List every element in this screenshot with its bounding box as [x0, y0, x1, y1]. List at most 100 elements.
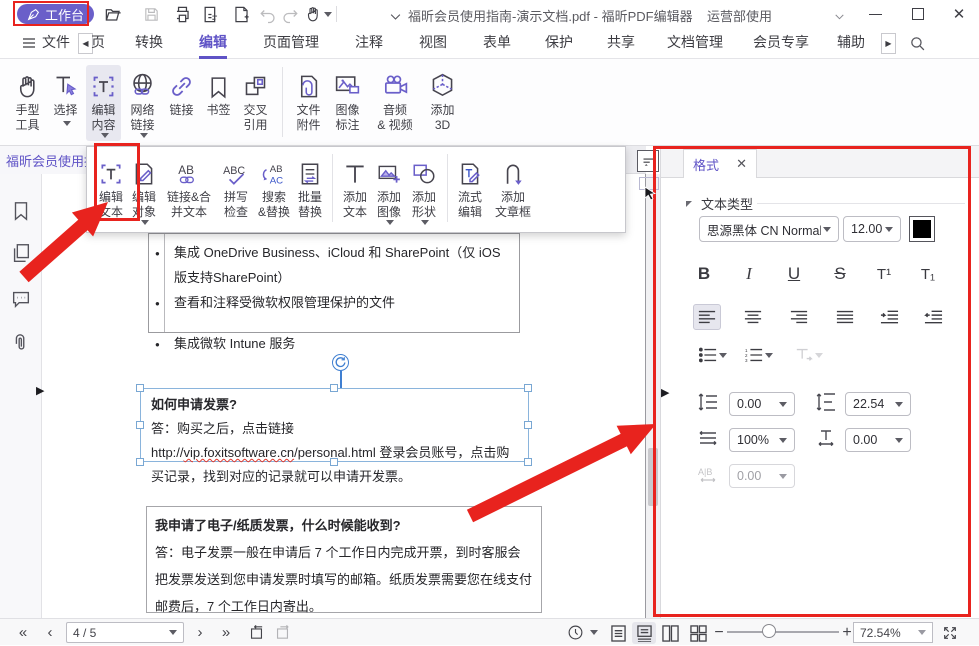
font-color-swatch[interactable] [909, 216, 935, 242]
menu-member-exclusive[interactable]: 会员专享 [753, 28, 809, 59]
flow-edit-button[interactable]: 流式 编辑 [454, 152, 486, 223]
bold-button[interactable]: B [689, 260, 719, 288]
pages-panel-icon[interactable] [10, 242, 34, 266]
search-icon[interactable] [906, 32, 928, 54]
add-image-button[interactable]: 添加 图像 [372, 152, 406, 228]
text-direction-button[interactable] [789, 342, 829, 368]
save-icon[interactable] [140, 3, 162, 25]
selection-handle[interactable] [136, 458, 144, 466]
text-type-section-header[interactable]: 文本类型 [686, 194, 753, 213]
workspace-button[interactable]: 工作台 [17, 4, 94, 24]
add-text-button[interactable]: 添加 文本 [339, 152, 371, 223]
hand-tool-quick-icon[interactable] [302, 3, 324, 25]
zoom-slider-knob[interactable] [762, 624, 776, 638]
previous-page-button[interactable]: ‹ [40, 619, 60, 646]
menu-view[interactable]: 视图 [419, 28, 447, 59]
selection-handle[interactable] [330, 458, 338, 466]
zoom-out-button[interactable]: − [712, 619, 726, 646]
maximize-button[interactable] [907, 4, 929, 24]
ribbon-file-attachment[interactable]: 文件 附件 [291, 65, 326, 136]
close-button[interactable]: ✕ [948, 4, 970, 24]
char-spacing-select[interactable]: 0.00 [729, 392, 795, 416]
sidebar-expand-handle[interactable]: ▶ [36, 384, 44, 397]
selection-handle[interactable] [330, 384, 338, 392]
menu-collapsed-tab[interactable]: 页 [91, 28, 109, 59]
ribbon-image-annotation[interactable]: 图像 标注 [329, 65, 366, 136]
ribbon-cross-reference[interactable]: 交叉 引用 [238, 65, 273, 136]
superscript-button[interactable]: T¹ [869, 260, 899, 288]
selected-text-box[interactable]: 如何申请发票? 答：购买之后，点击链接 http://vip.foxitsoft… [140, 388, 529, 462]
ribbon-web-link[interactable]: 网络 链接 [124, 65, 161, 141]
spell-check-button[interactable]: ABC 拼写 检查 [218, 152, 254, 223]
previous-view-button[interactable] [244, 619, 268, 646]
next-page-button[interactable]: › [190, 619, 210, 646]
indent-decrease-button[interactable] [919, 304, 947, 330]
edit-object-button[interactable]: 编辑 对象 [128, 152, 160, 228]
menu-assist[interactable]: 辅助 [837, 28, 865, 59]
italic-button[interactable]: I [734, 260, 764, 288]
horizontal-scale-select[interactable]: 100% [729, 428, 795, 452]
font-family-select[interactable]: 思源黑体 CN Normal [699, 216, 839, 242]
format-tab[interactable]: 格式 ✕ [683, 149, 757, 178]
account-menu[interactable]: 运营部使用 [707, 6, 772, 25]
menu-doc-management[interactable]: 文档管理 [667, 28, 723, 59]
format-panel-toggle-icon[interactable] [637, 150, 659, 172]
strikethrough-button[interactable]: S [825, 260, 855, 288]
ribbon-link[interactable]: 链接 [164, 65, 199, 121]
menu-edit[interactable]: 编辑 [199, 28, 227, 59]
ribbon-audio-video[interactable]: 音频 & 视频 [369, 65, 421, 136]
facing-view-button[interactable] [658, 622, 682, 644]
menu-form[interactable]: 表单 [483, 28, 511, 59]
comments-panel-icon[interactable] [10, 288, 34, 312]
fullscreen-button[interactable] [938, 619, 962, 646]
search-replace-button[interactable]: ABAC 搜索 &替换 [255, 152, 293, 223]
zoom-slider-track[interactable] [727, 631, 839, 633]
menu-protect[interactable]: 保护 [545, 28, 573, 59]
batch-replace-button[interactable]: 批量 替换 [294, 152, 326, 223]
last-page-button[interactable]: » [214, 619, 238, 646]
zoom-level-select[interactable]: 72.54% [853, 622, 933, 643]
account-dropdown-chevron-icon[interactable] [828, 5, 850, 27]
first-page-button[interactable]: « [12, 619, 34, 646]
selection-handle[interactable] [136, 384, 144, 392]
minimize-button[interactable] [864, 4, 886, 24]
underline-button[interactable]: U [779, 260, 809, 288]
redo-icon[interactable] [279, 4, 301, 26]
print-icon[interactable] [171, 3, 193, 25]
menu-page-management[interactable]: 页面管理 [263, 28, 319, 59]
auto-scroll-dropdown[interactable] [586, 619, 600, 646]
document-tab[interactable]: 福昕会员使用指... [0, 146, 100, 174]
zoom-in-button[interactable]: + [840, 619, 854, 646]
selection-handle[interactable] [524, 421, 532, 429]
indent-increase-button[interactable] [875, 304, 903, 330]
single-page-view-button[interactable] [606, 622, 630, 644]
hand-tool-dropdown-arrow[interactable] [324, 12, 332, 17]
bookmarks-panel-icon[interactable] [10, 200, 34, 224]
menu-file[interactable]: 文件 [42, 28, 70, 59]
page-number-select[interactable]: 4 / 5 [66, 622, 184, 643]
collapse-toolbar-chevron-icon[interactable] [384, 5, 406, 27]
add-article-box-button[interactable]: 添加 文章框 [487, 152, 539, 223]
facing-continuous-view-button[interactable] [686, 622, 710, 644]
add-shape-button[interactable]: 添加 形状 [407, 152, 441, 228]
vertical-scrollbar[interactable] [646, 174, 660, 618]
menu-comment[interactable]: 注释 [355, 28, 383, 59]
edit-text-button[interactable]: 编辑 文本 [95, 152, 127, 223]
attachments-panel-icon[interactable] [10, 332, 34, 356]
selection-handle[interactable] [136, 421, 144, 429]
undo-icon[interactable] [257, 4, 279, 26]
tab-scroll-right-button[interactable]: ▶ [881, 33, 896, 54]
next-view-button[interactable] [270, 619, 294, 646]
ribbon-bookmark[interactable]: 书签 [202, 65, 235, 121]
ribbon-hand-tool[interactable]: 手型 工具 [10, 65, 45, 136]
hamburger-menu-icon[interactable] [18, 32, 40, 54]
align-justify-button[interactable] [831, 304, 859, 330]
continuous-view-button[interactable] [632, 622, 656, 644]
ribbon-add-3d[interactable]: 添加 3D [424, 65, 461, 136]
subscript-button[interactable]: T₁ [913, 260, 943, 288]
word-spacing-select[interactable]: 0.00 [845, 428, 911, 452]
selection-handle[interactable] [524, 458, 532, 466]
align-left-button[interactable] [693, 304, 721, 330]
align-center-button[interactable] [739, 304, 767, 330]
line-spacing-select[interactable]: 22.54 [845, 392, 911, 416]
